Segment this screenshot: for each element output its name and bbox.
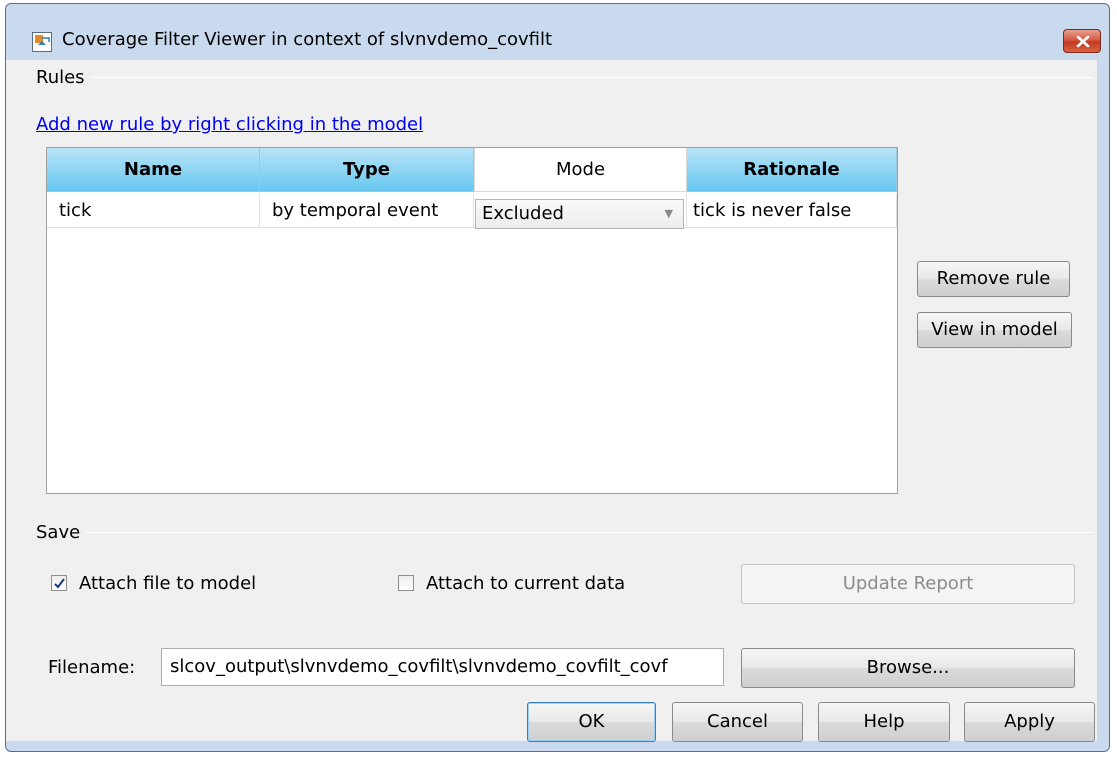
view-in-model-button[interactable]: View in model (917, 312, 1072, 348)
save-group-divider (86, 532, 1093, 533)
mode-dropdown-value: Excluded (482, 203, 564, 224)
cancel-button[interactable]: Cancel (672, 702, 803, 742)
remove-rule-button[interactable]: Remove rule (917, 261, 1070, 297)
mode-dropdown[interactable]: Excluded ▼ (475, 199, 684, 229)
filename-field[interactable]: slcov_output\slvnvdemo_covfilt\slvnvdemo… (161, 648, 724, 686)
attach-file-checkbox[interactable] (51, 575, 67, 591)
checkmark-icon (54, 578, 65, 589)
rules-group-divider (90, 77, 1093, 78)
column-header-mode[interactable]: Mode (474, 148, 687, 192)
close-icon (1076, 35, 1090, 48)
filename-label: Filename: (48, 657, 136, 678)
title-bar[interactable]: Coverage Filter Viewer in context of slv… (6, 4, 1109, 68)
help-button[interactable]: Help (818, 702, 950, 742)
browse-button[interactable]: Browse... (741, 648, 1075, 688)
column-header-name[interactable]: Name (47, 148, 260, 192)
chevron-down-icon: ▼ (664, 207, 673, 220)
rules-group-label: Rules (36, 67, 89, 88)
add-rule-link[interactable]: Add new rule by right clicking in the mo… (36, 114, 423, 135)
window-title: Coverage Filter Viewer in context of slv… (62, 29, 553, 50)
attach-file-label[interactable]: Attach file to model (79, 573, 256, 594)
matlab-app-icon (32, 32, 52, 52)
column-header-rationale[interactable]: Rationale (687, 148, 897, 192)
attach-data-label[interactable]: Attach to current data (426, 573, 625, 594)
rule-row-rationale[interactable]: tick is never false (687, 193, 897, 228)
update-report-button[interactable]: Update Report (741, 564, 1075, 604)
attach-data-checkbox[interactable] (398, 575, 414, 591)
save-group-label: Save (36, 522, 85, 543)
close-button[interactable] (1063, 29, 1101, 53)
column-header-type[interactable]: Type (260, 148, 474, 192)
apply-button[interactable]: Apply (964, 702, 1095, 742)
ok-button[interactable]: OK (527, 702, 656, 742)
rule-row-name[interactable]: tick (47, 193, 260, 228)
rule-row-type[interactable]: by temporal event (260, 193, 474, 228)
rules-table: Name Type Mode Rationale tick by tempora… (46, 147, 898, 494)
